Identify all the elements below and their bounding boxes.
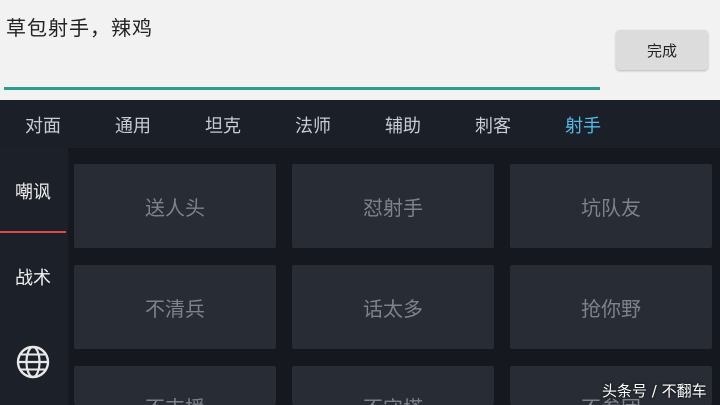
tab-marksman[interactable]: 射手: [565, 112, 601, 138]
phrase-label: 不支援: [145, 392, 205, 405]
done-button[interactable]: 完成: [616, 30, 708, 70]
phrase-grid: 送人头 怼射手 坑队友 不清兵 话太多 抢你野 不支援 不守塔 不参团: [68, 148, 720, 405]
sidebar-item-tactics[interactable]: 战术: [0, 264, 66, 290]
selected-indicator: [0, 231, 66, 233]
watermark: 头条号 / 不翻车: [602, 382, 707, 400]
phrase-label: 不守塔: [363, 392, 423, 405]
phrase-button[interactable]: 送人头: [74, 164, 276, 248]
tab-opponent[interactable]: 对面: [25, 112, 61, 138]
category-tab-bar: 对面 通用 坦克 法师 辅助 刺客 射手: [0, 100, 720, 148]
phrase-button[interactable]: 抢你野: [510, 265, 712, 349]
phrase-button[interactable]: 话太多: [292, 265, 494, 349]
phrase-button[interactable]: 不清兵: [74, 265, 276, 349]
tab-tank[interactable]: 坦克: [205, 112, 241, 138]
phrase-button[interactable]: 坑队友: [510, 164, 712, 248]
phrase-button-partial[interactable]: 不支援: [74, 366, 276, 405]
tab-support[interactable]: 辅助: [385, 112, 421, 138]
sidebar-item-taunt[interactable]: 嘲讽: [0, 178, 66, 204]
message-input-text[interactable]: 草包射手，辣鸡: [6, 12, 153, 41]
phrase-type-sidebar: 嘲讽 战术: [0, 148, 68, 405]
phrase-button-partial[interactable]: 不守塔: [292, 366, 494, 405]
input-underline: [4, 87, 600, 90]
tab-assassin[interactable]: 刺客: [475, 112, 511, 138]
message-input-area[interactable]: 草包射手，辣鸡 完成: [0, 0, 720, 100]
tab-mage[interactable]: 法师: [295, 112, 331, 138]
tab-general[interactable]: 通用: [115, 112, 151, 138]
phrase-button[interactable]: 怼射手: [292, 164, 494, 248]
globe-icon[interactable]: [15, 344, 51, 380]
